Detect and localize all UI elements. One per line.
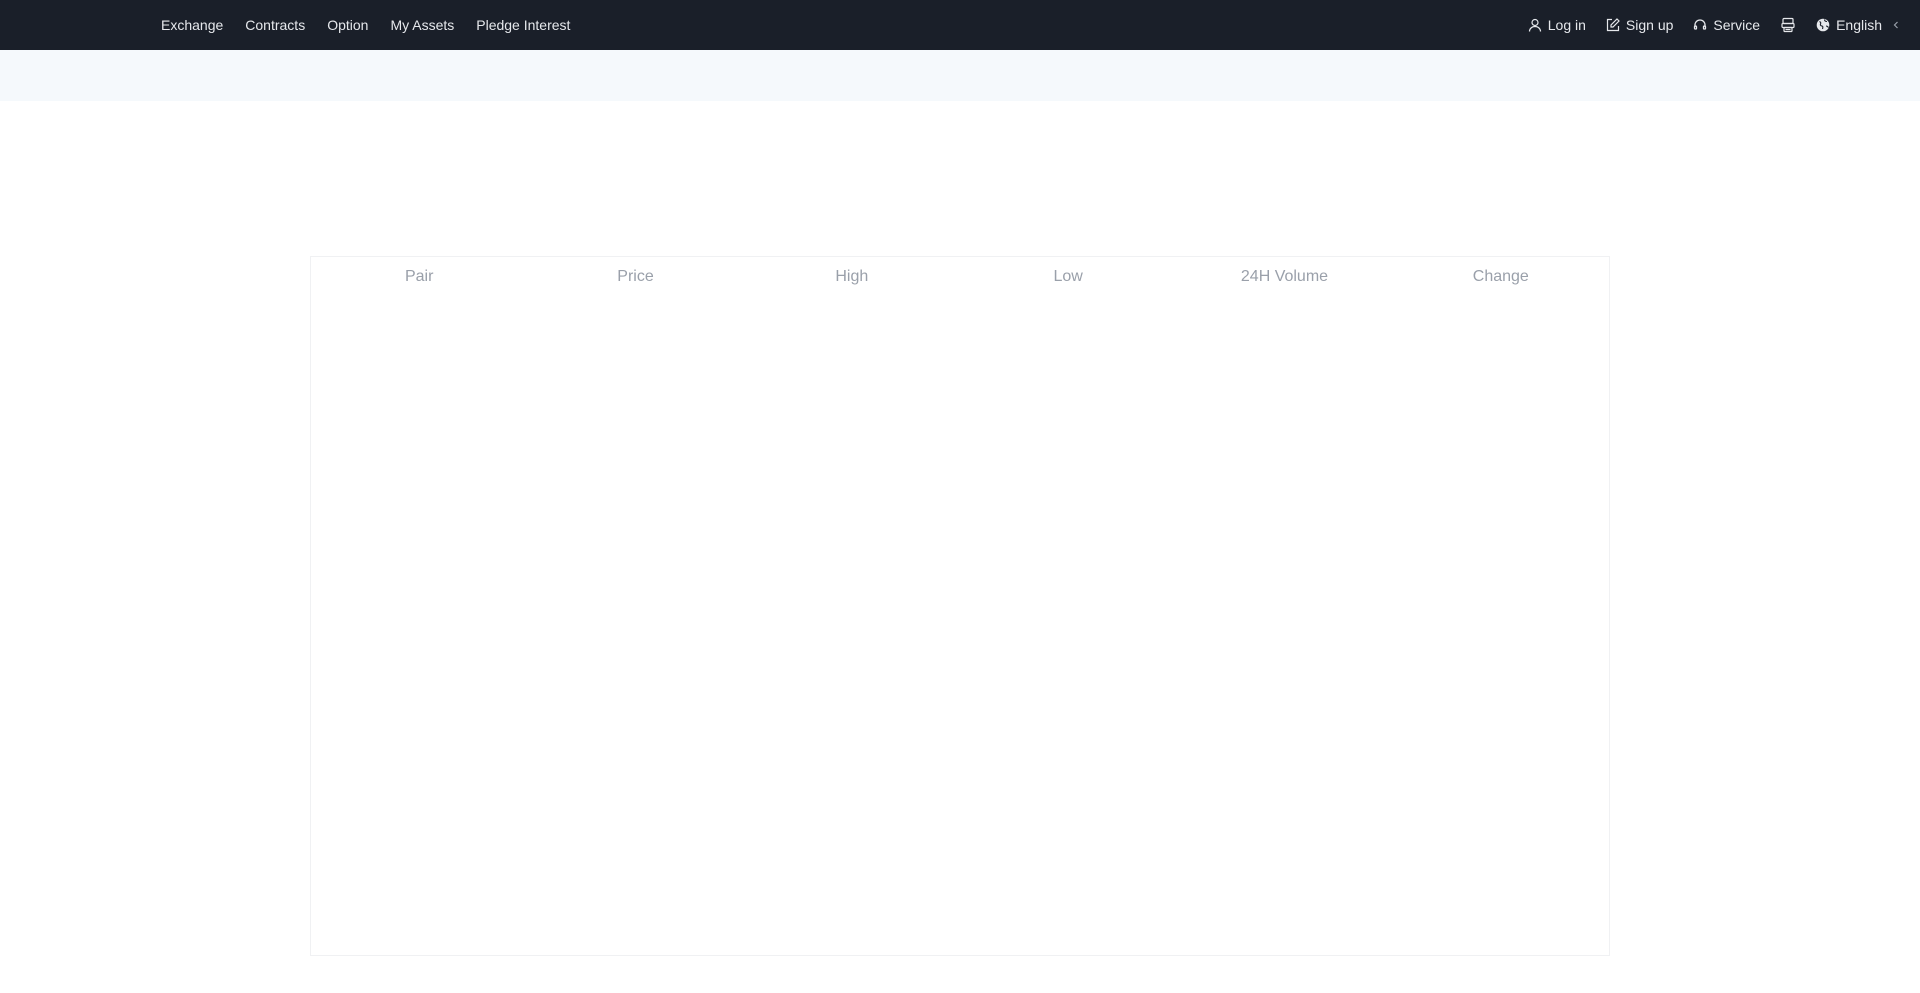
signup-link[interactable]: Sign up <box>1606 17 1673 33</box>
column-header-change: Change <box>1472 268 1529 285</box>
globe-icon <box>1816 18 1830 32</box>
column-header-24h-volume: 24H Volume <box>1240 268 1329 285</box>
user-icon <box>1528 18 1542 32</box>
announcement-banner <box>0 50 1920 101</box>
column-header-low: Low <box>1053 268 1083 285</box>
nav-exchange[interactable]: Exchange <box>161 17 223 33</box>
market-table: Pair Price High Low 24H Volume Change <box>310 256 1610 956</box>
language-selector[interactable]: English <box>1816 17 1900 33</box>
headset-icon <box>1693 18 1707 32</box>
login-link[interactable]: Log in <box>1528 17 1586 33</box>
nav-my-assets[interactable]: My Assets <box>390 17 454 33</box>
column-header-price: Price <box>617 268 654 285</box>
service-label: Service <box>1713 16 1761 33</box>
edit-icon <box>1606 17 1620 32</box>
market-table-header: Pair Price High Low 24H Volume Change <box>311 257 1609 297</box>
service-link[interactable]: Service <box>1693 17 1760 33</box>
user-nav: Log in Sign up Service English <box>1508 0 1900 49</box>
column-header-high: High <box>835 268 869 285</box>
nav-pledge-interest[interactable]: Pledge Interest <box>476 17 570 33</box>
download-app-icon <box>1780 17 1796 33</box>
language-label: English <box>1836 16 1882 33</box>
download-app-button[interactable] <box>1780 17 1796 33</box>
nav-option[interactable]: Option <box>327 17 368 33</box>
column-header-pair: Pair <box>404 268 434 285</box>
chevron-left-icon <box>1892 20 1900 30</box>
nav-contracts[interactable]: Contracts <box>245 17 305 33</box>
signup-label: Sign up <box>1625 16 1674 33</box>
main-nav: Exchange Contracts Option My Assets Pled… <box>161 0 592 49</box>
login-label: Log in <box>1547 16 1586 33</box>
top-navbar: Exchange Contracts Option My Assets Pled… <box>0 0 1920 50</box>
